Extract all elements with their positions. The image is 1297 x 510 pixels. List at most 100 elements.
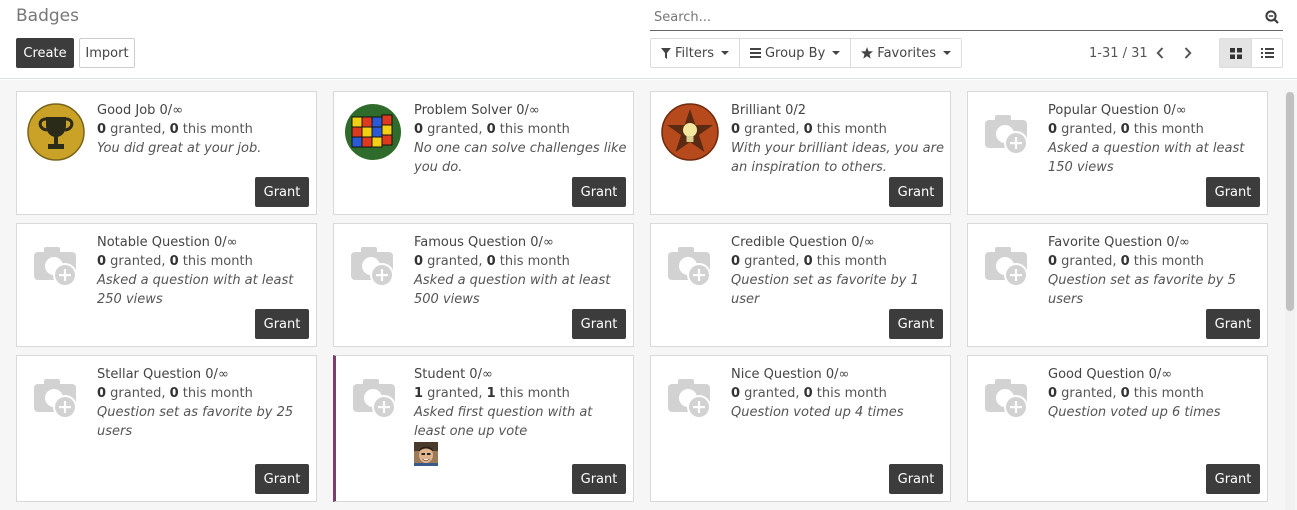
card-body: Problem Solver 0/∞ 0 granted, 0 this mon… <box>414 101 627 177</box>
badge-name: Famous Question 0/∞ <box>414 235 554 250</box>
import-button[interactable]: Import <box>79 38 135 68</box>
grant-button[interactable]: Grant <box>255 464 309 494</box>
badge-stats: 0 granted, 0 this month <box>97 252 310 271</box>
card-body: Favorite Question 0/∞ 0 granted, 0 this … <box>1048 233 1261 309</box>
granted-label: granted, <box>740 386 804 401</box>
month-count: 0 <box>803 254 813 269</box>
grant-button[interactable]: Grant <box>255 177 309 207</box>
badge-description: Question set as favorite by 25 users <box>97 405 294 439</box>
camera-plus-icon <box>34 247 77 287</box>
badge-stats: 0 granted, 0 this month <box>97 120 310 139</box>
search-input[interactable] <box>654 8 1244 26</box>
granted-label: granted, <box>106 386 170 401</box>
granted-label: granted, <box>106 122 170 137</box>
granted-label: granted, <box>1057 254 1121 269</box>
badge-card[interactable]: Stellar Question 0/∞ 0 granted, 0 this m… <box>16 355 317 502</box>
create-button[interactable]: Create <box>16 38 74 68</box>
grant-button[interactable]: Grant <box>1206 177 1260 207</box>
badge-card[interactable]: Popular Question 0/∞ 0 granted, 0 this m… <box>967 91 1268 215</box>
badge-card[interactable]: Favorite Question 0/∞ 0 granted, 0 this … <box>967 223 1268 347</box>
month-label: this month <box>812 386 887 401</box>
caret-down-icon <box>720 51 729 55</box>
badge-card[interactable]: Good Job 0/∞ 0 granted, 0 this month You… <box>16 91 317 215</box>
month-count: 0 <box>169 386 179 401</box>
grant-button[interactable]: Grant <box>255 309 309 339</box>
filter-icon <box>661 47 671 59</box>
chevron-left-icon <box>1156 47 1164 59</box>
granted-count: 0 <box>97 254 107 269</box>
scrollbar-thumb[interactable] <box>1286 92 1294 311</box>
badge-stats: 0 granted, 0 this month <box>731 384 944 403</box>
search-options: Filters Group By Favorites <box>650 38 963 68</box>
badge-description: Asked a question with at least 150 views <box>1048 141 1245 175</box>
list-icon <box>749 48 761 58</box>
camera-plus-icon <box>985 379 1028 419</box>
granted-label: granted, <box>423 122 487 137</box>
grant-button[interactable]: Grant <box>889 309 943 339</box>
caret-down-icon <box>832 51 841 55</box>
search-icon[interactable] <box>1265 10 1279 24</box>
pager-previous-button[interactable] <box>1152 44 1168 62</box>
badge-name: Credible Question 0/∞ <box>731 235 875 250</box>
badge-description: Question voted up 4 times <box>731 405 904 420</box>
granted-count: 0 <box>731 386 741 401</box>
badge-description: Asked first question with at least one u… <box>414 405 593 439</box>
camera-plus-icon <box>985 115 1028 155</box>
badge-card[interactable]: Credible Question 0/∞ 0 granted, 0 this … <box>650 223 951 347</box>
card-body: Credible Question 0/∞ 0 granted, 0 this … <box>731 233 944 309</box>
lightbulb-icon <box>661 103 719 161</box>
month-count: 0 <box>486 254 496 269</box>
badge-stats: 0 granted, 0 this month <box>1048 384 1261 403</box>
vertical-scrollbar[interactable] <box>1285 92 1295 510</box>
grant-button[interactable]: Grant <box>572 177 626 207</box>
granted-count: 0 <box>731 254 741 269</box>
granted-label: granted, <box>740 254 804 269</box>
badge-card[interactable]: Famous Question 0/∞ 0 granted, 0 this mo… <box>333 223 634 347</box>
camera-plus-icon <box>353 379 396 419</box>
badge-description: No one can solve challenges like you do. <box>414 141 627 175</box>
filters-dropdown[interactable]: Filters <box>651 39 740 67</box>
granted-label: granted, <box>1057 386 1121 401</box>
page-title: Badges <box>16 6 79 26</box>
pager-next-button[interactable] <box>1180 44 1196 62</box>
granted-label: granted, <box>106 254 170 269</box>
groupby-dropdown[interactable]: Group By <box>739 39 852 67</box>
month-count: 0 <box>803 386 813 401</box>
card-body: Good Job 0/∞ 0 granted, 0 this month You… <box>97 101 310 158</box>
favorites-dropdown[interactable]: Favorites <box>851 39 962 67</box>
grant-button[interactable]: Grant <box>889 177 943 207</box>
badge-card[interactable]: Student 0/∞ 1 granted, 1 this month Aske… <box>333 355 634 502</box>
grant-button[interactable]: Grant <box>572 309 626 339</box>
month-count: 0 <box>169 122 179 137</box>
camera-plus-icon <box>668 379 711 419</box>
badge-description: You did great at your job. <box>97 141 262 156</box>
list-view-button[interactable] <box>1251 39 1282 67</box>
badge-stats: 0 granted, 0 this month <box>1048 252 1261 271</box>
badge-card[interactable]: Notable Question 0/∞ 0 granted, 0 this m… <box>16 223 317 347</box>
month-label: this month <box>178 254 253 269</box>
month-label: this month <box>1129 386 1204 401</box>
badge-card[interactable]: Problem Solver 0/∞ 0 granted, 0 this mon… <box>333 91 634 215</box>
grant-button[interactable]: Grant <box>1206 464 1260 494</box>
badge-description: With your brilliant ideas, you are an in… <box>731 141 944 175</box>
badge-card[interactable]: Nice Question 0/∞ 0 granted, 0 this mont… <box>650 355 951 502</box>
granted-count: 0 <box>97 122 107 137</box>
badge-name: Good Job 0/∞ <box>97 103 184 118</box>
badge-stats: 0 granted, 0 this month <box>97 384 310 403</box>
kanban-view-button[interactable] <box>1220 39 1251 67</box>
granted-count: 0 <box>414 122 424 137</box>
grant-button[interactable]: Grant <box>1206 309 1260 339</box>
grant-button[interactable]: Grant <box>889 464 943 494</box>
granted-count: 1 <box>414 386 424 401</box>
avatar[interactable] <box>414 442 438 466</box>
pager-value[interactable]: 1-31 / 31 <box>1089 46 1148 61</box>
badge-name: Popular Question 0/∞ <box>1048 103 1187 118</box>
badge-card[interactable]: Brilliant 0/2 0 granted, 0 this month Wi… <box>650 91 951 215</box>
badge-card[interactable]: Good Question 0/∞ 0 granted, 0 this mont… <box>967 355 1268 502</box>
card-body: Popular Question 0/∞ 0 granted, 0 this m… <box>1048 101 1261 177</box>
trophy-icon <box>27 103 85 161</box>
badge-name: Good Question 0/∞ <box>1048 367 1173 382</box>
grant-button[interactable]: Grant <box>572 464 626 494</box>
list-view-icon <box>1260 48 1274 58</box>
card-body: Brilliant 0/2 0 granted, 0 this month Wi… <box>731 101 944 177</box>
